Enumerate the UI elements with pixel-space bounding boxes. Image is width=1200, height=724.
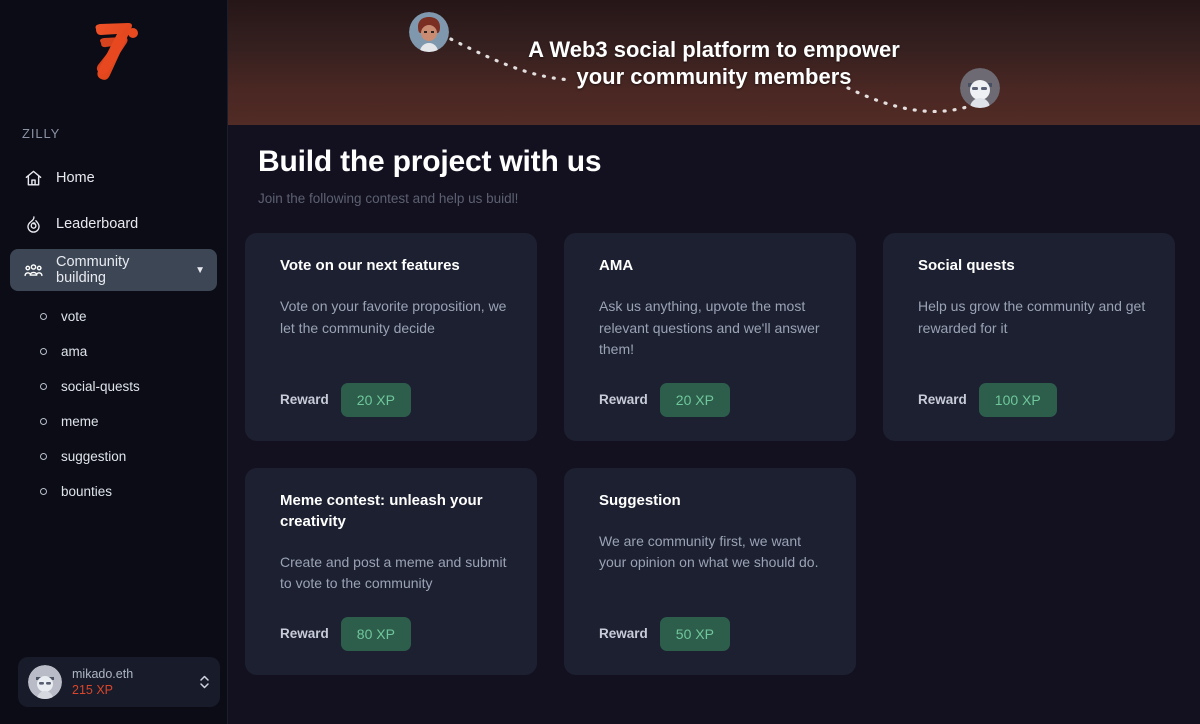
reward-label: Reward xyxy=(599,626,648,641)
user-meta: mikado.eth 215 XP xyxy=(72,667,133,698)
flame-icon xyxy=(22,213,44,235)
card-title: Social quests xyxy=(918,257,1015,274)
reward-label: Reward xyxy=(918,392,967,407)
bullet-icon xyxy=(40,453,47,460)
avatar xyxy=(28,665,62,699)
sidebar-subitem-label: vote xyxy=(61,309,87,324)
sidebar-subitem-label: suggestion xyxy=(61,449,127,464)
hero-banner: A Web3 social platform to empower your c… xyxy=(228,0,1200,125)
card-title: Vote on our next features xyxy=(280,257,460,274)
brand-name: ZILLY xyxy=(22,126,61,141)
card-description: Help us grow the community and get rewar… xyxy=(918,298,1146,336)
chevron-down-icon[interactable]: ▼ xyxy=(195,265,205,276)
card-footer: Reward 20 XP xyxy=(280,361,511,417)
contest-card-social-quests[interactable]: Social quests Help us grow the community… xyxy=(883,233,1175,441)
user-profile-card[interactable]: mikado.eth 215 XP xyxy=(18,657,220,707)
sidebar-item-home[interactable]: Home xyxy=(10,157,217,199)
sidebar-item-ama[interactable]: ama xyxy=(0,334,227,369)
contest-card-meme[interactable]: Meme contest: unleash your creativity Cr… xyxy=(245,467,537,675)
sidebar-item-label: Home xyxy=(56,170,95,186)
home-icon xyxy=(22,167,44,189)
banner-headline: A Web3 social platform to empower your c… xyxy=(528,36,900,90)
banner-headline-line1: A Web3 social platform to empower xyxy=(528,36,900,62)
user-name: mikado.eth xyxy=(72,666,134,681)
sidebar-item-label: Community building xyxy=(56,254,130,286)
sidebar-item-suggestion[interactable]: suggestion xyxy=(0,439,227,474)
banner-avatar-left xyxy=(409,12,449,52)
bullet-icon xyxy=(40,383,47,390)
reward-label: Reward xyxy=(280,626,329,641)
sidebar-item-bounties[interactable]: bounties xyxy=(0,474,227,509)
logo-container[interactable] xyxy=(0,0,227,104)
xp-badge[interactable]: 20 XP xyxy=(340,382,411,417)
sidebar-item-vote[interactable]: vote xyxy=(0,299,227,334)
sidebar-nav: Home Leaderboard Community building ▼ vo… xyxy=(0,157,227,509)
card-title: Suggestion xyxy=(599,491,681,509)
sidebar-subitem-label: ama xyxy=(61,344,88,359)
banner-avatar-right xyxy=(960,68,1000,108)
bullet-icon xyxy=(40,348,47,355)
reward-label: Reward xyxy=(280,392,329,407)
xp-badge[interactable]: 80 XP xyxy=(340,616,411,651)
card-footer: Reward 20 XP xyxy=(599,361,830,417)
contest-card-vote[interactable]: Vote on our next features Vote on your f… xyxy=(245,233,537,441)
card-description: We are community first, we want your opi… xyxy=(599,532,819,571)
chevron-up-down-icon[interactable] xyxy=(199,673,210,691)
sidebar-item-community-building[interactable]: Community building ▼ xyxy=(10,249,217,291)
sidebar-item-label: Leaderboard xyxy=(56,216,139,232)
sidebar-subitem-label: meme xyxy=(61,414,99,429)
card-title: AMA xyxy=(599,257,634,274)
page-title: Build the project with us xyxy=(258,145,602,178)
sidebar-item-social-quests[interactable]: social-quests xyxy=(0,369,227,404)
bullet-icon xyxy=(40,418,47,425)
user-xp: 215 XP xyxy=(72,682,114,697)
card-description: Ask us anything, upvote the most relevan… xyxy=(599,298,820,357)
banner-headline-line2: your community members xyxy=(576,63,852,89)
page-subtitle: Join the following contest and help us b… xyxy=(258,191,519,206)
card-footer: Reward 100 XP xyxy=(918,361,1149,417)
sidebar-subitem-label: bounties xyxy=(61,484,113,499)
sidebar-item-meme[interactable]: meme xyxy=(0,404,227,439)
card-description: Vote on your favorite proposition, we le… xyxy=(280,298,507,336)
sidebar-item-leaderboard[interactable]: Leaderboard xyxy=(10,203,217,245)
xp-badge[interactable]: 50 XP xyxy=(659,616,730,651)
app-root: ZILLY Home Leaderboard Community buildin… xyxy=(0,0,1200,724)
contest-card-grid: Vote on our next features Vote on your f… xyxy=(228,206,1200,675)
zilly-logo xyxy=(95,23,138,80)
sidebar: ZILLY Home Leaderboard Community buildin… xyxy=(0,0,228,724)
card-title: Meme contest: unleash your creativity xyxy=(280,491,483,530)
page-header: Build the project with us Join the follo… xyxy=(228,125,1200,206)
contest-card-ama[interactable]: AMA Ask us anything, upvote the most rel… xyxy=(564,233,856,441)
people-group-icon xyxy=(22,259,44,281)
bullet-icon xyxy=(40,488,47,495)
bullet-icon xyxy=(40,313,47,320)
sidebar-subitem-label: social-quests xyxy=(61,379,140,394)
reward-label: Reward xyxy=(599,392,648,407)
xp-badge[interactable]: 100 XP xyxy=(978,382,1057,417)
card-description: Create and post a meme and submit to vot… xyxy=(280,553,507,592)
main-content: A Web3 social platform to empower your c… xyxy=(228,0,1200,724)
card-footer: Reward 80 XP xyxy=(280,595,511,651)
card-footer: Reward 50 XP xyxy=(599,595,830,651)
xp-badge[interactable]: 20 XP xyxy=(659,382,730,417)
contest-card-suggestion[interactable]: Suggestion We are community first, we wa… xyxy=(564,467,856,675)
sidebar-subnav: vote ama social-quests meme suggestion b… xyxy=(0,299,227,509)
